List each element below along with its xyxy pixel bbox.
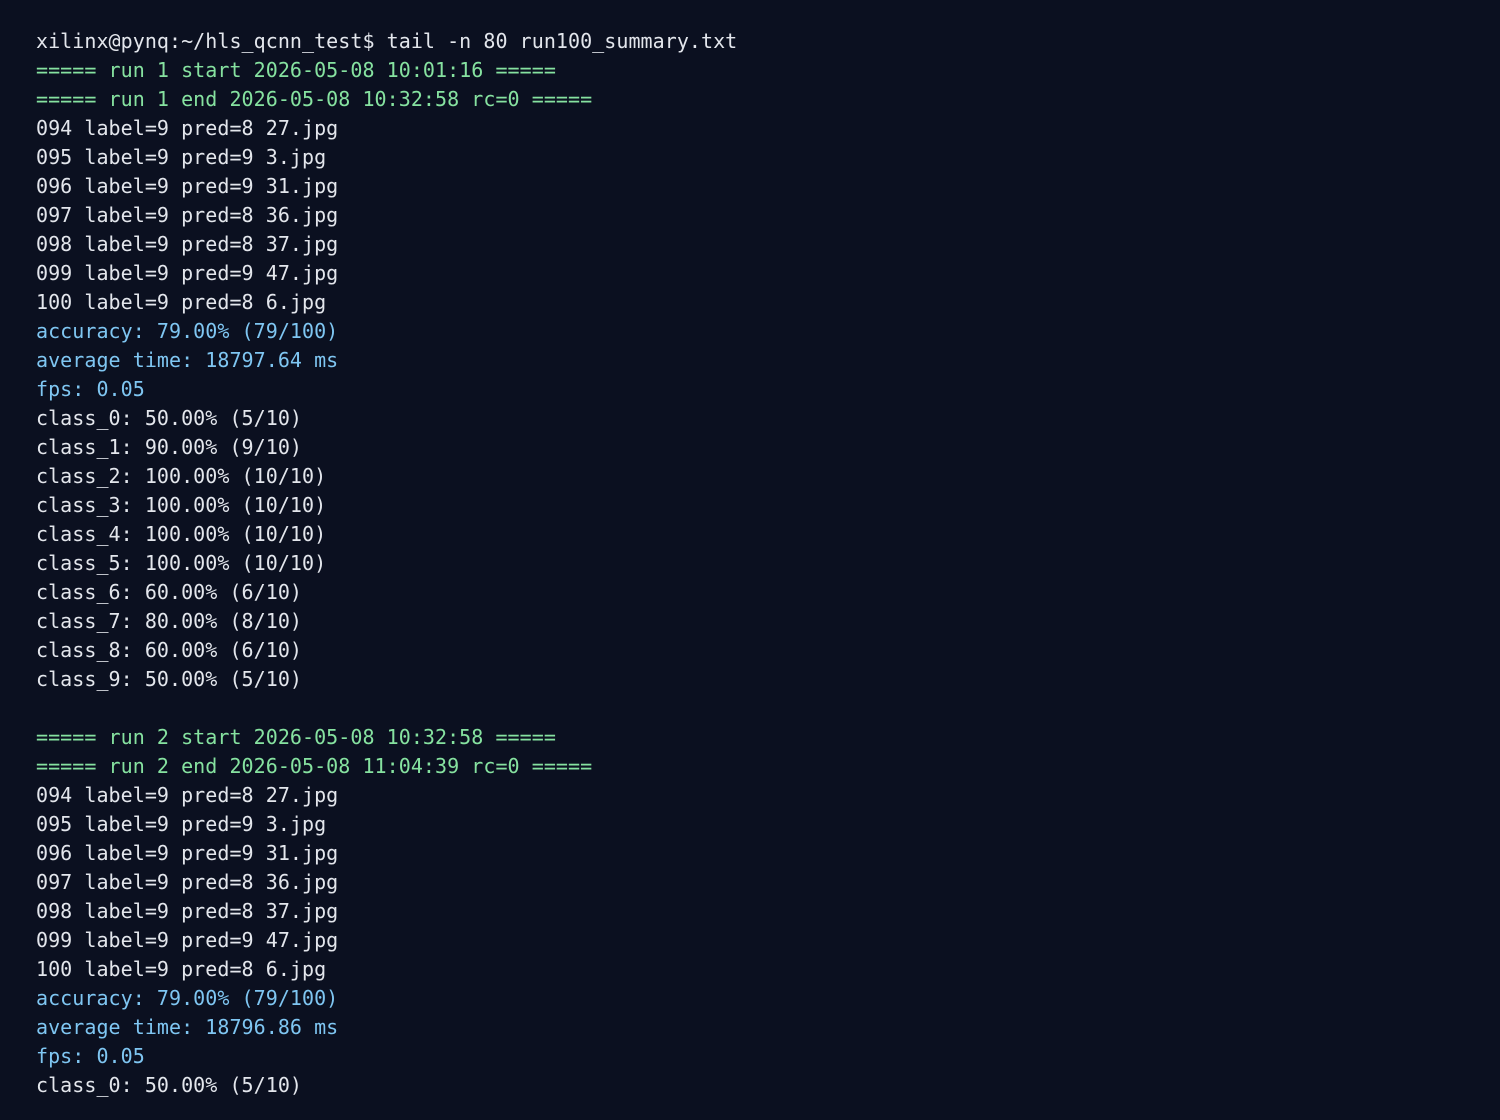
output-line: class_9: 50.00% (5/10) — [36, 667, 303, 691]
stat-line: average time: 18796.86 ms — [36, 1015, 339, 1039]
output-line: class_3: 100.00% (10/10) — [36, 493, 327, 517]
output-line: 097 label=9 pred=8 36.jpg — [36, 870, 339, 894]
output-line: 094 label=9 pred=8 27.jpg — [36, 783, 339, 807]
output-line: class_0: 50.00% (5/10) — [36, 1073, 303, 1097]
output-line: class_7: 80.00% (8/10) — [36, 609, 303, 633]
output-line: class_6: 60.00% (6/10) — [36, 580, 303, 604]
output-line: 099 label=9 pred=9 47.jpg — [36, 928, 339, 952]
output-line: 096 label=9 pred=9 31.jpg — [36, 174, 339, 198]
shell-prompt-command: xilinx@pynq:~/hls_qcnn_test$ tail -n 80 … — [36, 29, 738, 53]
stat-line: fps: 0.05 — [36, 1044, 145, 1068]
output-line: class_1: 90.00% (9/10) — [36, 435, 303, 459]
run-header-line: ===== run 1 end 2026-05-08 10:32:58 rc=0… — [36, 87, 593, 111]
output-line: 100 label=9 pred=8 6.jpg — [36, 290, 327, 314]
output-line: class_4: 100.00% (10/10) — [36, 522, 327, 546]
run-header-line: ===== run 2 start 2026-05-08 10:32:58 ==… — [36, 725, 556, 749]
output-line: class_5: 100.00% (10/10) — [36, 551, 327, 575]
stat-line: fps: 0.05 — [36, 377, 145, 401]
output-line: class_0: 50.00% (5/10) — [36, 406, 303, 430]
output-line: class_8: 60.00% (6/10) — [36, 638, 303, 662]
output-line: 095 label=9 pred=9 3.jpg — [36, 145, 327, 169]
output-line: 097 label=9 pred=8 36.jpg — [36, 203, 339, 227]
output-line: 098 label=9 pred=8 37.jpg — [36, 899, 339, 923]
run-header-line: ===== run 2 end 2026-05-08 11:04:39 rc=0… — [36, 754, 593, 778]
stat-line: accuracy: 79.00% (79/100) — [36, 319, 339, 343]
stat-line: accuracy: 79.00% (79/100) — [36, 986, 339, 1010]
stat-line: average time: 18797.64 ms — [36, 348, 339, 372]
output-line: 094 label=9 pred=8 27.jpg — [36, 116, 339, 140]
terminal-output[interactable]: xilinx@pynq:~/hls_qcnn_test$ tail -n 80 … — [0, 0, 1500, 1120]
output-line: 100 label=9 pred=8 6.jpg — [36, 957, 327, 981]
output-line: 098 label=9 pred=8 37.jpg — [36, 232, 339, 256]
output-line: class_2: 100.00% (10/10) — [36, 464, 327, 488]
output-line: 096 label=9 pred=9 31.jpg — [36, 841, 339, 865]
output-line: 095 label=9 pred=9 3.jpg — [36, 812, 327, 836]
run-header-line: ===== run 1 start 2026-05-08 10:01:16 ==… — [36, 58, 556, 82]
output-line: 099 label=9 pred=9 47.jpg — [36, 261, 339, 285]
